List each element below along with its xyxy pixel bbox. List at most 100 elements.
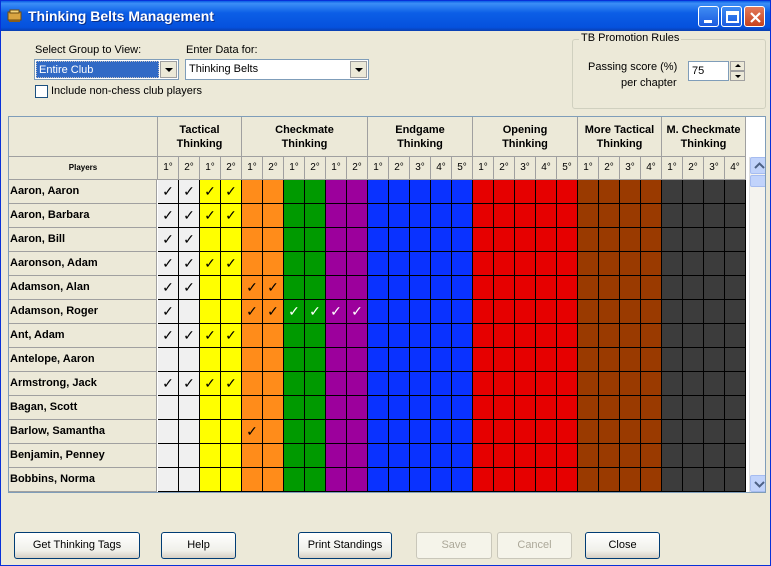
belt-cell[interactable] — [578, 276, 599, 300]
belt-cell[interactable] — [473, 420, 494, 444]
belt-cell[interactable] — [557, 396, 578, 420]
chapter-column-header[interactable]: 2° — [305, 157, 326, 180]
belt-cell[interactable] — [368, 396, 389, 420]
belt-cell[interactable] — [620, 420, 641, 444]
belt-cell[interactable]: ✓ — [242, 276, 263, 300]
belt-cell[interactable] — [179, 348, 200, 372]
belt-cell[interactable] — [662, 300, 683, 324]
chapter-column-header[interactable]: 1° — [200, 157, 221, 180]
belt-cell[interactable] — [557, 228, 578, 252]
close-button[interactable]: Close — [585, 532, 660, 559]
belt-cell[interactable] — [641, 180, 662, 204]
belt-cell[interactable] — [200, 276, 221, 300]
belt-cell[interactable] — [347, 180, 368, 204]
belt-cell[interactable]: ✓ — [284, 300, 305, 324]
belt-cell[interactable] — [473, 276, 494, 300]
belt-cell[interactable] — [557, 444, 578, 468]
belt-cell[interactable] — [557, 420, 578, 444]
chapter-column-header[interactable]: 2° — [599, 157, 620, 180]
belt-cell[interactable] — [242, 324, 263, 348]
belt-cell[interactable] — [326, 276, 347, 300]
belt-cell[interactable] — [641, 396, 662, 420]
belt-cell[interactable] — [599, 276, 620, 300]
belt-cell[interactable] — [305, 228, 326, 252]
grid-vertical-scrollbar[interactable] — [749, 157, 765, 492]
player-name[interactable]: Bobbins, Norma — [9, 468, 157, 492]
player-name[interactable]: Bagan, Scott — [9, 396, 157, 420]
belt-cell[interactable] — [263, 468, 284, 492]
belt-cell[interactable]: ✓ — [221, 180, 242, 204]
belt-cell[interactable] — [347, 228, 368, 252]
belt-cell[interactable] — [431, 324, 452, 348]
belt-cell[interactable] — [347, 276, 368, 300]
chapter-column-header[interactable]: 1° — [473, 157, 494, 180]
belt-cell[interactable] — [389, 420, 410, 444]
belt-cell[interactable] — [431, 396, 452, 420]
belt-cell[interactable] — [347, 444, 368, 468]
belt-cell[interactable] — [578, 372, 599, 396]
belt-cell[interactable]: ✓ — [179, 228, 200, 252]
chapter-column-header[interactable]: 3° — [620, 157, 641, 180]
belt-cell[interactable] — [620, 324, 641, 348]
belt-cell[interactable] — [536, 276, 557, 300]
belt-cell[interactable] — [620, 228, 641, 252]
belt-cell[interactable] — [410, 444, 431, 468]
belt-cell[interactable] — [410, 276, 431, 300]
belt-cell[interactable] — [704, 468, 725, 492]
belt-cell[interactable]: ✓ — [158, 276, 179, 300]
belt-cell[interactable] — [515, 300, 536, 324]
belt-cell[interactable]: ✓ — [158, 204, 179, 228]
belt-cell[interactable] — [725, 372, 746, 396]
belt-cell[interactable] — [347, 396, 368, 420]
belt-cell[interactable] — [704, 348, 725, 372]
belt-cell[interactable] — [557, 180, 578, 204]
belt-cell[interactable] — [536, 204, 557, 228]
belt-cell[interactable] — [494, 348, 515, 372]
belt-cell[interactable] — [368, 372, 389, 396]
belt-cell[interactable] — [578, 468, 599, 492]
belt-cell[interactable] — [578, 228, 599, 252]
belt-cell[interactable] — [599, 324, 620, 348]
belt-cell[interactable] — [305, 324, 326, 348]
belt-cell[interactable] — [389, 204, 410, 228]
chapter-column-header[interactable]: 2° — [389, 157, 410, 180]
belt-cell[interactable] — [473, 444, 494, 468]
belt-cell[interactable] — [305, 204, 326, 228]
belt-cell[interactable] — [620, 276, 641, 300]
belt-cell[interactable] — [326, 180, 347, 204]
belt-cell[interactable] — [494, 396, 515, 420]
belt-cell[interactable] — [515, 372, 536, 396]
belt-cell[interactable] — [431, 420, 452, 444]
belt-cell[interactable] — [389, 252, 410, 276]
player-name[interactable]: Aaron, Barbara — [9, 204, 157, 228]
belt-cell[interactable] — [158, 420, 179, 444]
belt-cell[interactable] — [431, 348, 452, 372]
belt-cell[interactable] — [221, 420, 242, 444]
belt-cell[interactable] — [557, 324, 578, 348]
belt-cell[interactable] — [683, 300, 704, 324]
group-select[interactable]: Entire Club — [34, 59, 179, 80]
belt-cell[interactable] — [599, 180, 620, 204]
belt-cell[interactable] — [326, 204, 347, 228]
help-button[interactable]: Help — [161, 532, 236, 559]
chapter-column-header[interactable]: 2° — [347, 157, 368, 180]
scroll-thumb[interactable] — [750, 175, 765, 187]
belt-cell[interactable] — [452, 396, 473, 420]
belt-cell[interactable] — [473, 324, 494, 348]
belt-cell[interactable]: ✓ — [158, 180, 179, 204]
belt-cell[interactable] — [578, 444, 599, 468]
belt-cell[interactable] — [536, 348, 557, 372]
belt-cell[interactable] — [494, 300, 515, 324]
belt-cell[interactable] — [473, 396, 494, 420]
belt-cell[interactable] — [305, 348, 326, 372]
belt-cell[interactable] — [515, 396, 536, 420]
belt-cell[interactable] — [599, 252, 620, 276]
belt-cell[interactable] — [473, 468, 494, 492]
belt-cell[interactable] — [452, 276, 473, 300]
belt-cell[interactable] — [158, 468, 179, 492]
belt-cell[interactable] — [200, 420, 221, 444]
belt-cell[interactable]: ✓ — [200, 204, 221, 228]
belt-cell[interactable] — [221, 276, 242, 300]
belt-cell[interactable] — [410, 252, 431, 276]
belt-cell[interactable] — [368, 444, 389, 468]
